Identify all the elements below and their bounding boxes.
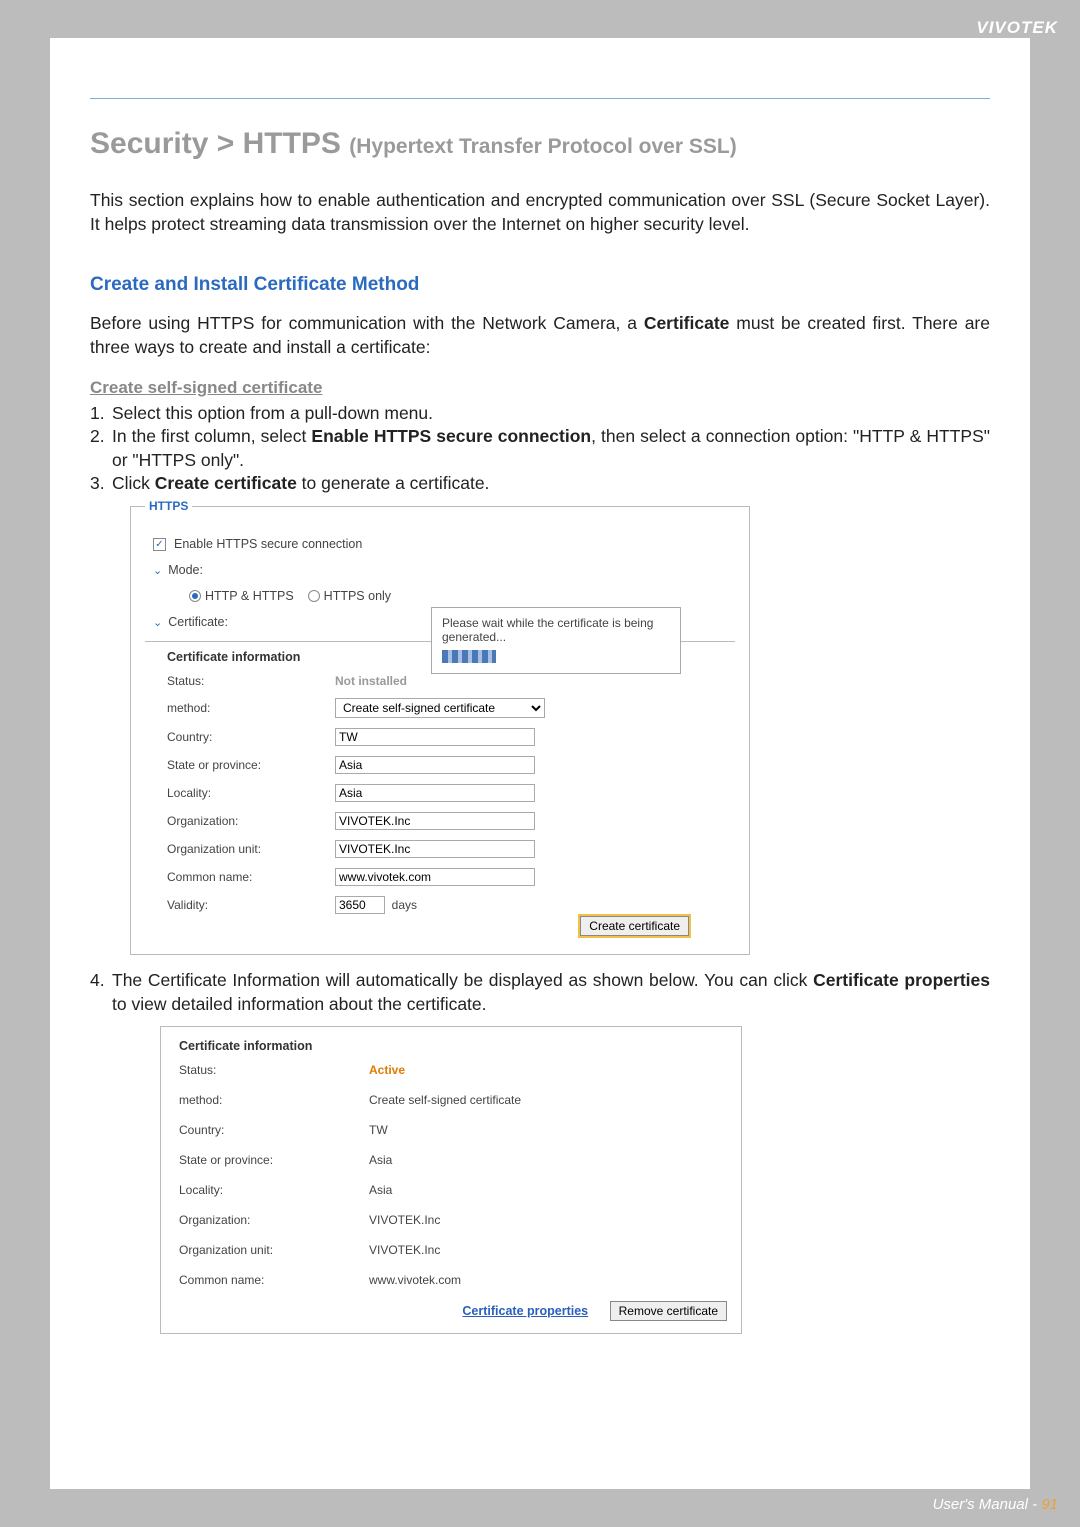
locality-input[interactable] [335, 784, 535, 802]
method-select[interactable]: Create self-signed certificate [335, 698, 545, 718]
country-label: Country: [179, 1123, 369, 1137]
mode-radio-http-https[interactable] [189, 590, 201, 602]
footer-page: 91 [1041, 1496, 1058, 1513]
org-value: VIVOTEK.Inc [369, 1213, 727, 1227]
status-value: Not installed [335, 674, 735, 688]
title-sub: (Hypertext Transfer Protocol over SSL) [349, 135, 736, 158]
progress-bar [442, 650, 496, 663]
orgu-label: Organization unit: [167, 842, 335, 856]
org-label: Organization: [167, 814, 335, 828]
state-input[interactable] [335, 756, 535, 774]
title-main: Security > HTTPS [90, 127, 349, 160]
status-label: Status: [167, 674, 335, 688]
country-value: TW [369, 1123, 727, 1137]
certificate-properties-link[interactable]: Certificate properties [462, 1304, 588, 1318]
footer-text: User's Manual - [933, 1496, 1042, 1513]
step-2: In the first column, select Enable HTTPS… [112, 425, 990, 472]
steps-list: 1.Select this option from a pull-down me… [90, 402, 990, 497]
cn-value: www.vivotek.com [369, 1273, 727, 1287]
mode-opt2: HTTPS only [324, 589, 391, 603]
enable-https-checkbox[interactable]: ✓ [153, 538, 166, 551]
step-4: The Certificate Information will automat… [112, 969, 990, 1016]
enable-https-label: Enable HTTPS secure connection [174, 537, 362, 551]
cn-label: Common name: [179, 1273, 369, 1287]
validity-unit: days [392, 898, 417, 912]
method-value: Create self-signed certificate [369, 1093, 727, 1107]
country-label: Country: [167, 730, 335, 744]
state-value: Asia [369, 1153, 727, 1167]
cert-info-result-panel: Certificate information Status: Active m… [160, 1026, 742, 1334]
create-certificate-button[interactable]: Create certificate [580, 916, 689, 936]
https-config-panel: HTTPS ✓ Enable HTTPS secure connection ⌄… [130, 506, 750, 955]
locality-value: Asia [369, 1183, 727, 1197]
chevron-down-icon[interactable]: ⌄ [153, 564, 162, 577]
step-1: Select this option from a pull-down menu… [112, 402, 990, 426]
step-3: Click Create certificate to generate a c… [112, 472, 990, 496]
cn-input[interactable] [335, 868, 535, 886]
cn-label: Common name: [167, 870, 335, 884]
method-label: method: [167, 701, 335, 715]
locality-label: Locality: [179, 1183, 369, 1197]
certificate-label: Certificate: [168, 615, 228, 629]
cert-info-header-2: Certificate information [175, 1037, 727, 1063]
cert-info-table: Status: Not installed method: Create sel… [145, 668, 735, 914]
country-input[interactable] [335, 728, 535, 746]
state-label: State or province: [167, 758, 335, 772]
status-label: Status: [179, 1063, 369, 1077]
steps-list-2: 4.The Certificate Information will autom… [90, 969, 990, 1016]
status-value-active: Active [369, 1063, 727, 1077]
orgu-input[interactable] [335, 840, 535, 858]
remove-certificate-button[interactable]: Remove certificate [610, 1301, 727, 1321]
locality-label: Locality: [167, 786, 335, 800]
section-body-bold: Certificate [644, 313, 730, 333]
cert-info-table-2: Status: Active method: Create self-signe… [175, 1063, 727, 1287]
method-label: method: [179, 1093, 369, 1107]
org-label: Organization: [179, 1213, 369, 1227]
validity-input[interactable] [335, 896, 385, 914]
section-body-pre: Before using HTTPS for communication wit… [90, 313, 644, 333]
generating-popup: Please wait while the certificate is bei… [431, 607, 681, 674]
orgu-value: VIVOTEK.Inc [369, 1243, 727, 1257]
popup-text: Please wait while the certificate is bei… [442, 616, 670, 644]
mode-radio-https-only[interactable] [308, 590, 320, 602]
page-card: Security > HTTPS (Hypertext Transfer Pro… [50, 38, 1030, 1489]
section-body: Before using HTTPS for communication wit… [90, 312, 990, 359]
top-rule [90, 98, 990, 99]
org-input[interactable] [335, 812, 535, 830]
state-label: State or province: [179, 1153, 369, 1167]
validity-label: Validity: [167, 898, 335, 912]
footer: User's Manual - 91 [933, 1496, 1058, 1513]
https-legend: HTTPS [145, 499, 192, 513]
mode-label: Mode: [168, 563, 203, 577]
page-title: Security > HTTPS (Hypertext Transfer Pro… [90, 127, 990, 161]
step-heading: Create self-signed certificate [90, 378, 990, 398]
mode-opt1: HTTP & HTTPS [205, 589, 294, 603]
orgu-label: Organization unit: [179, 1243, 369, 1257]
chevron-down-icon[interactable]: ⌄ [153, 616, 162, 629]
intro-paragraph: This section explains how to enable auth… [90, 189, 990, 236]
section-heading: Create and Install Certificate Method [90, 274, 990, 296]
brand-label: VIVOTEK [976, 18, 1058, 38]
